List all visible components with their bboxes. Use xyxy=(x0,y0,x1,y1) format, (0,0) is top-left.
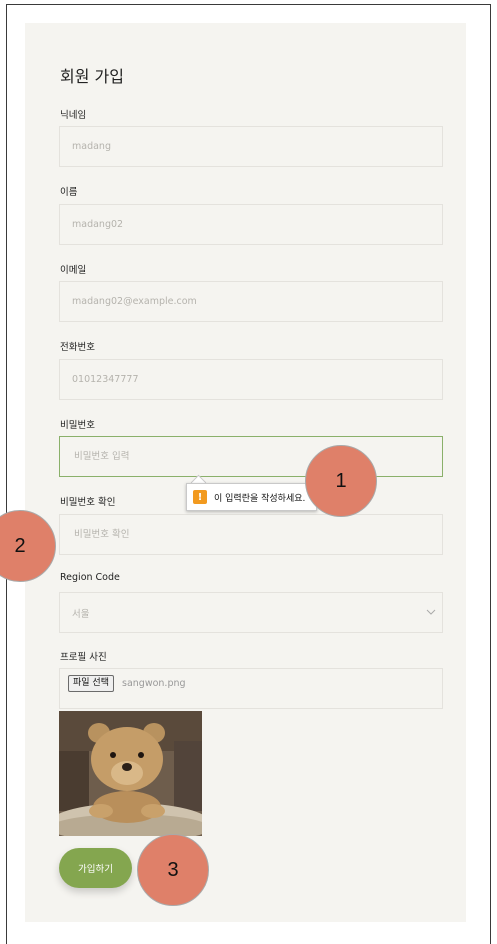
region-select[interactable]: 서울 xyxy=(59,592,443,633)
annotation-marker-1: 1 xyxy=(305,445,377,517)
submit-button[interactable]: 가입하기 xyxy=(59,848,132,888)
page-title: 회원 가입 xyxy=(60,67,124,86)
password-label: 비밀번호 xyxy=(60,420,95,431)
password-field[interactable] xyxy=(59,436,443,477)
name-field[interactable]: madang02 xyxy=(59,204,443,245)
choose-file-button[interactable]: 파일 선택 xyxy=(68,675,114,692)
nickname-field[interactable]: madang xyxy=(59,126,443,167)
annotation-marker-3: 3 xyxy=(137,834,209,906)
profile-photo-preview xyxy=(59,711,202,836)
email-value: madang02@example.com xyxy=(72,296,197,307)
password-input[interactable] xyxy=(72,450,442,463)
profile-photo-field: 파일 선택 sangwon.png xyxy=(59,668,443,709)
email-label: 이메일 xyxy=(60,265,87,276)
nickname-value: madang xyxy=(72,141,111,152)
password-confirm-field[interactable] xyxy=(59,514,443,555)
profile-photo-label: 프로필 사진 xyxy=(60,652,107,663)
region-label: Region Code xyxy=(60,572,120,583)
phone-field[interactable]: 01012347777 xyxy=(59,359,443,400)
validation-message: 이 입력란을 작성하세요. xyxy=(214,493,306,504)
nickname-label: 닉네임 xyxy=(60,110,87,121)
warning-icon: ! xyxy=(193,490,207,504)
phone-value: 01012347777 xyxy=(72,374,139,385)
file-name: sangwon.png xyxy=(122,678,186,689)
name-label: 이름 xyxy=(60,187,78,198)
password-confirm-input[interactable] xyxy=(72,528,442,541)
phone-label: 전화번호 xyxy=(60,342,95,353)
password-confirm-label: 비밀번호 확인 xyxy=(60,497,116,508)
chevron-down-icon xyxy=(426,609,436,615)
email-field[interactable]: madang02@example.com xyxy=(59,281,443,322)
name-value: madang02 xyxy=(72,219,124,230)
validation-tooltip: ! 이 입력란을 작성하세요. xyxy=(186,483,317,511)
region-selected-value: 서울 xyxy=(72,608,90,620)
